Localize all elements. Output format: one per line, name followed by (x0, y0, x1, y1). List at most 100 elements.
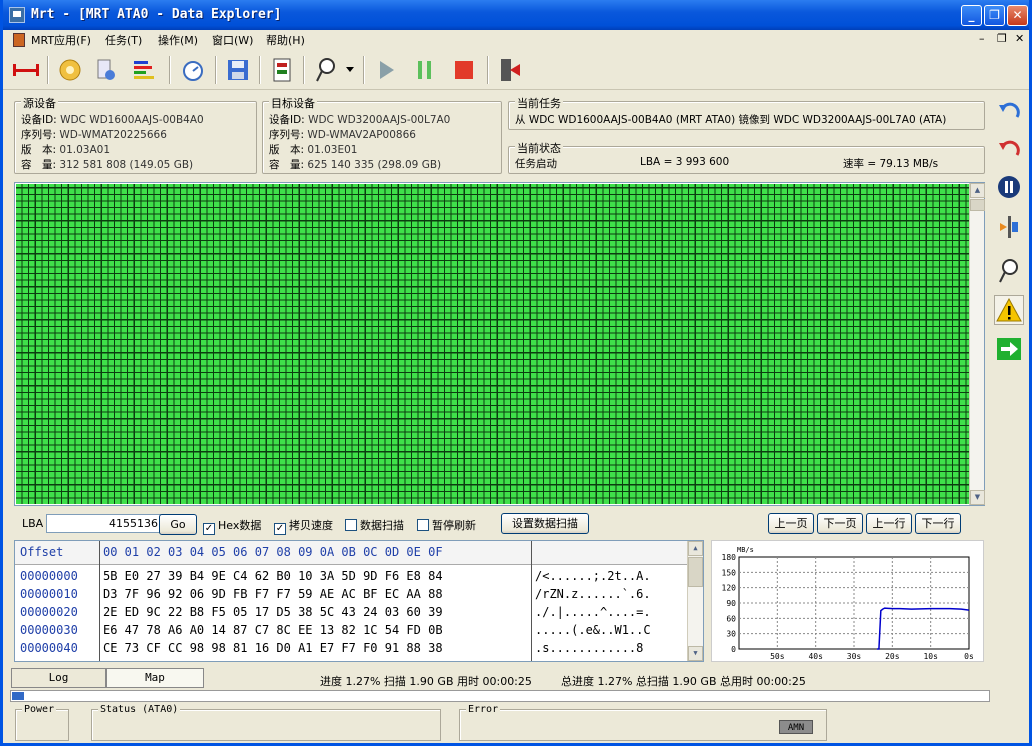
child-minimize-button[interactable]: – (979, 32, 985, 45)
stop-icon[interactable] (449, 55, 479, 85)
hex-scroll-down-button[interactable]: ▼ (688, 646, 703, 661)
connect-icon[interactable] (11, 55, 41, 85)
copy-speed-checkbox[interactable]: ✓ 拷贝速度 (274, 517, 333, 535)
dropdown-arrow-icon[interactable] (343, 55, 357, 85)
current-task-text: 从 WDC WD1600AAJS-00B4A0 (MRT ATA0) 镜像到 W… (515, 114, 947, 126)
data-scan-checkbox[interactable]: 数据扫描 (345, 517, 404, 533)
menu-bar: MRT应用(F) 任务(T) 操作(M) 窗口(W) 帮助(H) – ❐ ✕ (3, 30, 1029, 50)
tab-log[interactable]: Log (11, 668, 106, 688)
menu-mrt[interactable]: MRT应用(F) (31, 32, 91, 48)
menu-window[interactable]: 窗口(W) (212, 32, 253, 48)
split-icon[interactable] (994, 212, 1024, 242)
status-panel: Status (ATA0) (91, 704, 441, 741)
probe-icon[interactable] (311, 55, 341, 85)
next-page-button[interactable]: 下一页 (817, 513, 863, 534)
toolbar (3, 50, 1029, 90)
save-icon[interactable] (223, 55, 253, 85)
target-row-id: 设备ID: WDC WD3200AAJS-00L7A0 (269, 114, 451, 126)
target-row-capacity: 容 量: 625 140 335 (298.09 GB) (269, 159, 442, 171)
source-row-capacity: 容 量: 312 581 808 (149.05 GB) (21, 159, 194, 171)
next-line-button[interactable]: 下一行 (915, 513, 961, 534)
close-button[interactable]: ✕ (1007, 5, 1028, 26)
device-icon[interactable] (91, 55, 121, 85)
minimize-button[interactable]: _ (961, 5, 982, 26)
y-tick-label: 60 (726, 614, 736, 623)
x-tick-label: 10s (923, 652, 938, 661)
scan-settings-button[interactable]: 设置数据扫描 (501, 513, 589, 534)
sector-map[interactable]: ▲ ▼ (14, 182, 985, 506)
power-panel: Power (15, 704, 69, 741)
scroll-up-button[interactable]: ▲ (970, 183, 985, 198)
target-row-version: 版 本: 01.03E01 (269, 144, 358, 156)
main-window: Mrt - [MRT ATA0 - Data Explorer] _ ❐ ✕ M… (0, 0, 1032, 746)
x-tick-label: 40s (808, 652, 823, 661)
y-tick-label: 90 (726, 599, 736, 608)
child-restore-button[interactable]: ❐ (997, 32, 1007, 45)
x-tick-label: 20s (885, 652, 900, 661)
color-bars-icon[interactable] (129, 55, 159, 85)
play-icon[interactable] (371, 55, 401, 85)
x-tick-label: 50s (770, 652, 785, 661)
copy-card-icon[interactable] (267, 55, 297, 85)
prev-line-button[interactable]: 上一行 (866, 513, 912, 534)
arrow-right-green-icon[interactable] (994, 334, 1024, 364)
current-status-title: 当前状态 (515, 140, 563, 156)
child-close-button[interactable]: ✕ (1015, 32, 1024, 45)
menu-operate[interactable]: 操作(M) (158, 32, 198, 48)
prev-page-button[interactable]: 上一页 (768, 513, 814, 534)
status-lba: LBA = 3 993 600 (640, 156, 730, 168)
hex-scroll-thumb[interactable] (688, 557, 703, 587)
target-device-panel: 目标设备 设备ID: WDC WD3200AAJS-00L7A0 序列号: WD… (262, 95, 502, 174)
total-progress-text: 总进度 1.27% 总扫描 1.90 GB 总用时 00:00:25 (561, 675, 806, 688)
toolbar-separator (487, 56, 489, 84)
warning-icon[interactable] (994, 295, 1024, 325)
menu-help[interactable]: 帮助(H) (266, 32, 305, 48)
scroll-thumb[interactable] (970, 199, 985, 211)
y-tick-label: 120 (722, 584, 737, 593)
status-rate: 速率 = 79.13 MB/s (843, 158, 939, 170)
hex-scroll-up-button[interactable]: ▲ (688, 541, 703, 556)
undo-red-icon[interactable] (994, 134, 1024, 164)
maximize-button[interactable]: ❐ (984, 5, 1005, 26)
y-tick-label: 150 (722, 568, 737, 577)
window-title: Mrt - [MRT ATA0 - Data Explorer] (31, 7, 282, 22)
tab-map[interactable]: Map (106, 668, 204, 688)
undo-blue-icon[interactable] (994, 96, 1024, 126)
hex-row: 00000030 E6 47 78 A6 A0 14 87 C7 8C EE 13… (20, 623, 651, 637)
settings-gear-icon[interactable] (55, 55, 85, 85)
hex-data-checkbox[interactable]: ✓ Hex数据 (203, 517, 261, 535)
hex-row: 00000010 D3 7F 96 92 06 9D FB F7 F7 59 AE… (20, 587, 651, 601)
toolbar-separator (169, 56, 171, 84)
current-status-panel: 当前状态 任务启动 LBA = 3 993 600 速率 = 79.13 MB/… (508, 140, 985, 174)
bottom-tabs: Log Map 进度 1.27% 扫描 1.90 GB 用时 00:00:25 … (3, 668, 1029, 690)
y-tick-label: 30 (726, 630, 736, 639)
go-button[interactable]: Go (159, 514, 197, 535)
probe-icon[interactable] (994, 256, 1024, 286)
toolbar-separator (259, 56, 261, 84)
x-tick-label: 0s (964, 652, 974, 661)
menu-task[interactable]: 任务(T) (105, 32, 142, 48)
toolbar-separator (215, 56, 217, 84)
status-state: 任务启动 (515, 158, 557, 170)
hex-scrollbar[interactable]: ▲ ▼ (687, 541, 703, 661)
error-panel: Error (459, 704, 827, 741)
current-task-panel: 当前任务 从 WDC WD1600AAJS-00B4A0 (MRT ATA0) … (508, 95, 985, 130)
hex-row: 00000020 2E ED 9C 22 B8 F5 05 17 D5 38 5C… (20, 605, 651, 619)
lba-input[interactable]: 4155136 (46, 514, 163, 533)
status-bar: Power Status (ATA0) Error AMN (3, 704, 1029, 743)
speed-graph: 180 150 120 90 60 30 0 50s 40s 30s 20s 10s 0s MB/s (711, 540, 984, 662)
pause-icon[interactable] (410, 55, 440, 85)
y-tick-label: 180 (722, 553, 737, 562)
hex-view[interactable]: Offset 00 01 02 03 04 05 06 07 08 09 0A … (14, 540, 704, 662)
exit-icon[interactable] (495, 55, 525, 85)
pause-circle-icon[interactable] (994, 172, 1024, 202)
pause-refresh-checkbox[interactable]: 暂停刷新 (417, 517, 476, 533)
source-device-panel: 源设备 设备ID: WDC WD1600AAJS-00B4A0 序列号: WD-… (14, 95, 257, 174)
timer-icon[interactable] (178, 55, 208, 85)
app-icon (9, 7, 25, 23)
amn-indicator: AMN (779, 720, 813, 734)
source-row-serial: 序列号: WD-WMAT20225666 (21, 129, 167, 141)
map-scrollbar[interactable]: ▲ ▼ (969, 183, 985, 505)
lba-controls: LBA 4155136 Go ✓ Hex数据 ✓ 拷贝速度 数据扫描 暂停刷新 设置… (14, 512, 984, 536)
scroll-down-button[interactable]: ▼ (970, 490, 985, 505)
